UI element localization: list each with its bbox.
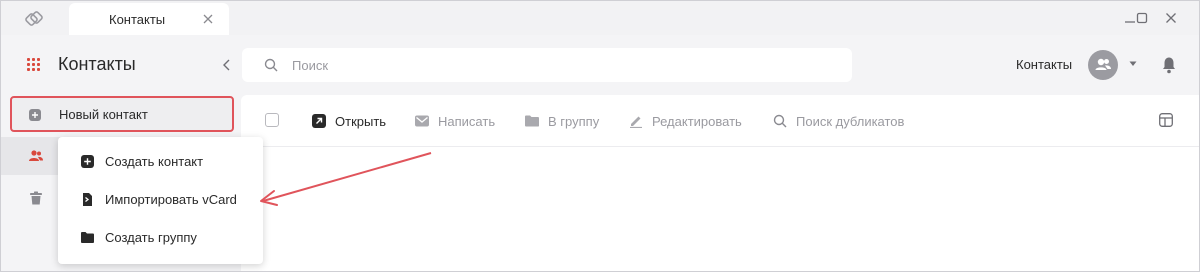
menu-item-label: Создать контакт <box>105 154 204 169</box>
tab-contacts[interactable]: Контакты <box>69 3 229 36</box>
avatar[interactable] <box>1088 50 1118 80</box>
folder-icon <box>525 115 539 127</box>
search-icon <box>264 58 278 72</box>
window-close-icon[interactable] <box>1163 10 1179 26</box>
contacts-account-label[interactable]: Контакты <box>1016 57 1072 72</box>
users-icon <box>1095 58 1111 70</box>
menu-item-create-group[interactable]: Создать группу <box>58 220 263 256</box>
menu-item-create-contact[interactable]: Создать контакт <box>58 144 263 180</box>
plus-square-icon <box>81 155 94 168</box>
envelope-icon <box>415 115 429 127</box>
new-contact-menu: Создать контакт Импортировать vCard Созд… <box>58 137 263 264</box>
menu-item-label: Импортировать vCard <box>105 192 237 207</box>
find-duplicates-button[interactable]: Поиск дубликатов <box>773 112 904 130</box>
trash-icon <box>30 191 42 205</box>
contacts-main-panel: Открыть Написать В группу Редактировать … <box>241 95 1199 271</box>
import-file-icon <box>83 193 92 206</box>
search-icon <box>773 114 787 128</box>
apps-grid-icon[interactable] <box>27 58 41 72</box>
app-window: Контакты Контакты Поиск Контакты Новый к… <box>0 0 1200 272</box>
edit-button[interactable]: Редактировать <box>629 112 742 130</box>
chevron-left-icon[interactable] <box>221 58 233 72</box>
find-duplicates-button-label: Поиск дубликатов <box>796 113 905 129</box>
page-title: Контакты <box>58 54 136 74</box>
open-external-icon <box>312 114 326 128</box>
users-icon <box>29 150 43 161</box>
new-contact-button[interactable]: Новый контакт <box>10 96 234 132</box>
search-box <box>242 48 852 82</box>
plus-square-icon <box>29 109 41 121</box>
menu-item-import-vcard[interactable]: Импортировать vCard <box>58 182 263 218</box>
bell-icon[interactable] <box>1161 56 1177 74</box>
search-input[interactable] <box>292 48 832 82</box>
compose-button[interactable]: Написать <box>415 112 495 130</box>
new-contact-label: Новый контакт <box>59 107 148 122</box>
title-bar: Контакты <box>1 1 1199 36</box>
select-all-checkbox[interactable] <box>265 113 279 127</box>
app-header: Контакты Контакты <box>1 35 1199 95</box>
maximize-icon[interactable] <box>1134 10 1150 26</box>
add-to-group-button-label: В группу <box>548 113 600 129</box>
caret-down-icon[interactable] <box>1129 61 1137 67</box>
toolbar: Открыть Написать В группу Редактировать … <box>241 95 1199 147</box>
compose-button-label: Написать <box>438 113 496 129</box>
menu-item-label: Создать группу <box>105 230 197 245</box>
pencil-icon <box>630 116 642 128</box>
open-button[interactable]: Открыть <box>312 112 386 130</box>
close-icon[interactable] <box>202 13 214 25</box>
tab-label: Контакты <box>109 12 166 27</box>
edit-button-label: Редактировать <box>652 113 742 129</box>
layout-panel-icon[interactable] <box>1159 113 1173 127</box>
open-button-label: Открыть <box>335 113 387 129</box>
folder-icon <box>81 232 94 243</box>
add-to-group-button[interactable]: В группу <box>525 112 599 130</box>
app-logo-icon <box>25 11 43 26</box>
